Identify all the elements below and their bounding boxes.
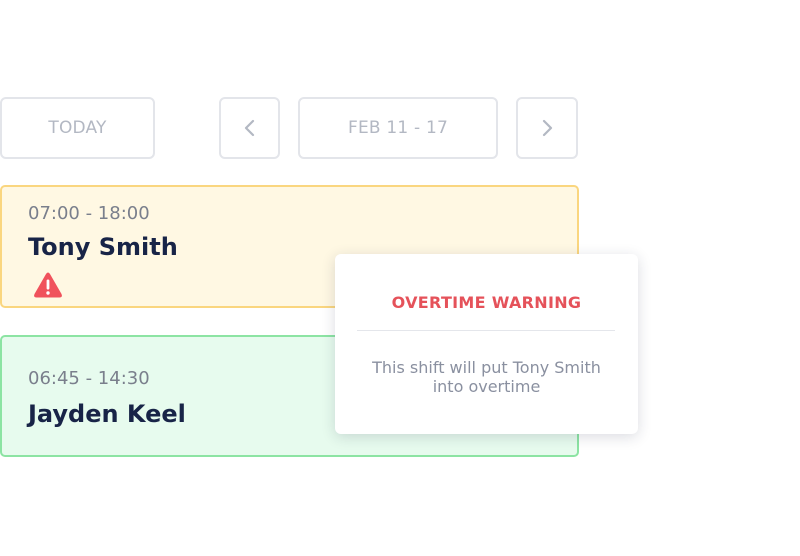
- tooltip-message: This shift will put Tony Smith into over…: [372, 358, 601, 396]
- employee-name: Tony Smith: [28, 233, 178, 261]
- chevron-left-icon: [244, 119, 254, 137]
- today-button-label: TODAY: [48, 118, 107, 138]
- tooltip-divider: [357, 330, 615, 331]
- warning-icon[interactable]: [33, 271, 63, 299]
- chevron-right-icon: [542, 119, 553, 137]
- overtime-warning-tooltip: OVERTIME WARNING This shift will put Ton…: [335, 254, 638, 434]
- tooltip-title: OVERTIME WARNING: [391, 293, 582, 312]
- shift-time: 07:00 - 18:00: [28, 203, 150, 224]
- date-range-label: FEB 11 - 17: [348, 118, 448, 138]
- today-button[interactable]: TODAY: [0, 97, 155, 159]
- shift-time: 06:45 - 14:30: [28, 368, 150, 389]
- date-range-button[interactable]: FEB 11 - 17: [298, 97, 498, 159]
- next-week-button[interactable]: [516, 97, 578, 159]
- previous-week-button[interactable]: [219, 97, 280, 159]
- employee-name: Jayden Keel: [28, 400, 186, 428]
